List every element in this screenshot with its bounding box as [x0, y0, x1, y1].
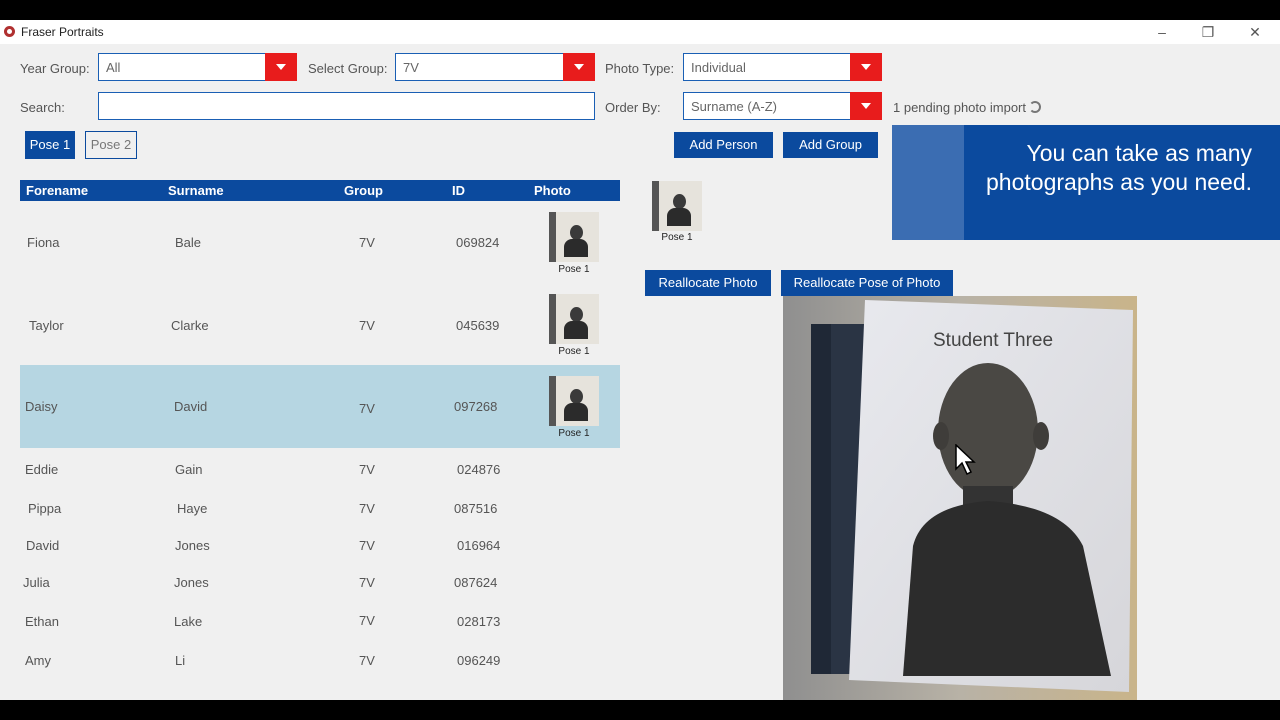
surname-cell: Li [175, 653, 186, 668]
order-by-value: Surname (A-Z) [691, 99, 777, 114]
group-cell: 7V [359, 613, 375, 628]
column-header-surname[interactable]: Surname [168, 183, 224, 198]
table-row[interactable]: David Jones 7V 016964 [20, 527, 620, 564]
id-cell: 087516 [454, 501, 498, 516]
loading-spinner-icon [1029, 101, 1041, 113]
surname-cell: Clarke [171, 318, 209, 333]
title-bar: Fraser Portraits – ❐ ✕ [0, 20, 1280, 44]
forename-cell: Ethan [25, 614, 59, 629]
overlay-text: You can take as many photographs as you … [986, 140, 1252, 195]
surname-cell: Haye [177, 501, 208, 516]
photo-type-label: Photo Type: [605, 61, 675, 76]
forename-cell: David [26, 538, 60, 553]
year-group-label: Year Group: [20, 61, 90, 76]
photo-type-value: Individual [691, 60, 746, 75]
id-cell: 096249 [457, 653, 501, 668]
app-window: Fraser Portraits – ❐ ✕ Year Group: All S… [0, 20, 1280, 700]
photo-preview[interactable]: Student Three [783, 296, 1137, 700]
preview-image [783, 296, 1137, 700]
id-cell: 087624 [454, 575, 498, 590]
order-by-label: Order By: [605, 100, 661, 115]
pending-import-status: 1 pending photo import [893, 100, 1026, 115]
mouse-cursor-icon [955, 444, 976, 476]
forename-cell: Julia [23, 575, 50, 590]
chevron-down-icon[interactable] [265, 53, 297, 81]
select-group-label: Select Group: [308, 61, 388, 76]
group-cell: 7V [359, 462, 375, 477]
app-logo-icon [4, 26, 15, 37]
reallocate-pose-button[interactable]: Reallocate Pose of Photo [781, 270, 953, 296]
chevron-down-icon[interactable] [850, 92, 882, 120]
table-row-selected[interactable]: Daisy David 7V 097268 Pose 1 [20, 365, 620, 448]
select-group-dropdown[interactable]: 7V [395, 53, 595, 81]
order-by-dropdown[interactable]: Surname (A-Z) [683, 92, 882, 120]
surname-cell: Lake [174, 614, 203, 629]
group-cell: 7V [359, 401, 375, 416]
add-person-button[interactable]: Add Person [674, 132, 773, 158]
reallocate-photo-button[interactable]: Reallocate Photo [645, 270, 771, 296]
surname-cell: Jones [175, 538, 210, 553]
group-cell: 7V [359, 653, 375, 668]
group-cell: 7V [359, 318, 375, 333]
preview-sign-text: Student Three [933, 330, 1054, 351]
column-header-photo[interactable]: Photo [534, 183, 571, 198]
photo-pose-label: Pose 1 [558, 346, 590, 357]
chevron-down-icon[interactable] [563, 53, 595, 81]
id-cell: 028173 [457, 614, 501, 629]
id-cell: 045639 [456, 318, 500, 333]
forename-cell: Amy [25, 653, 51, 668]
table-row[interactable]: Amy Li 7V 096249 [20, 640, 620, 680]
column-header-group[interactable]: Group [344, 183, 383, 198]
add-group-button[interactable]: Add Group [783, 132, 878, 158]
photo-pose-label: Pose 1 [558, 264, 590, 275]
window-title: Fraser Portraits [21, 25, 104, 39]
year-group-dropdown[interactable]: All [98, 53, 297, 81]
id-cell: 097268 [454, 399, 498, 414]
table-header: Forename Surname Group ID Photo [20, 180, 620, 201]
forename-cell: Pippa [28, 501, 62, 516]
group-cell: 7V [359, 538, 375, 553]
forename-cell: Fiona [27, 235, 60, 250]
table-row[interactable]: Fiona Bale 7V 069824 Pose 1 [20, 201, 620, 283]
search-input[interactable] [98, 92, 595, 120]
close-icon[interactable]: ✕ [1235, 22, 1275, 42]
forename-cell: Taylor [29, 318, 64, 333]
table-row[interactable]: Julia Jones 7V 087624 [20, 564, 620, 602]
student-photo-thumbnail[interactable] [549, 212, 599, 262]
group-cell: 7V [359, 501, 375, 516]
table-row[interactable]: Eddie Gain 7V 024876 [20, 448, 620, 490]
table-row[interactable]: Pippa Haye 7V 087516 [20, 490, 620, 527]
person-photo-pose-label: Pose 1 [661, 232, 693, 243]
forename-cell: Daisy [25, 399, 58, 414]
student-photo-thumbnail[interactable] [549, 294, 599, 344]
student-photo-thumbnail[interactable] [549, 376, 599, 426]
id-cell: 016964 [457, 538, 501, 553]
table-row[interactable]: Taylor Clarke 7V 045639 Pose 1 [20, 283, 620, 365]
column-header-forename[interactable]: Forename [26, 183, 88, 198]
surname-cell: Jones [174, 575, 209, 590]
photo-pose-label: Pose 1 [558, 428, 590, 439]
id-cell: 024876 [457, 462, 501, 477]
select-group-value: 7V [403, 60, 419, 75]
surname-cell: Bale [175, 235, 202, 250]
forename-cell: Eddie [25, 462, 59, 477]
surname-cell: David [174, 399, 208, 414]
year-group-value: All [106, 60, 121, 75]
tutorial-overlay: You can take as many photographs as you … [892, 125, 1280, 240]
person-photo-thumbnail[interactable] [652, 181, 702, 231]
tab-pose-2[interactable]: Pose 2 [85, 131, 137, 159]
restore-icon[interactable]: ❐ [1188, 22, 1228, 42]
table-row[interactable]: Ethan Lake 7V 028173 [20, 602, 620, 640]
search-label: Search: [20, 100, 65, 115]
surname-cell: Gain [175, 462, 203, 477]
minimize-icon[interactable]: – [1142, 22, 1182, 42]
group-cell: 7V [359, 235, 375, 250]
id-cell: 069824 [456, 235, 500, 250]
chevron-down-icon[interactable] [850, 53, 882, 81]
column-header-id[interactable]: ID [452, 183, 465, 198]
tab-pose-1[interactable]: Pose 1 [25, 131, 75, 159]
group-cell: 7V [359, 575, 375, 590]
photo-type-dropdown[interactable]: Individual [683, 53, 882, 81]
